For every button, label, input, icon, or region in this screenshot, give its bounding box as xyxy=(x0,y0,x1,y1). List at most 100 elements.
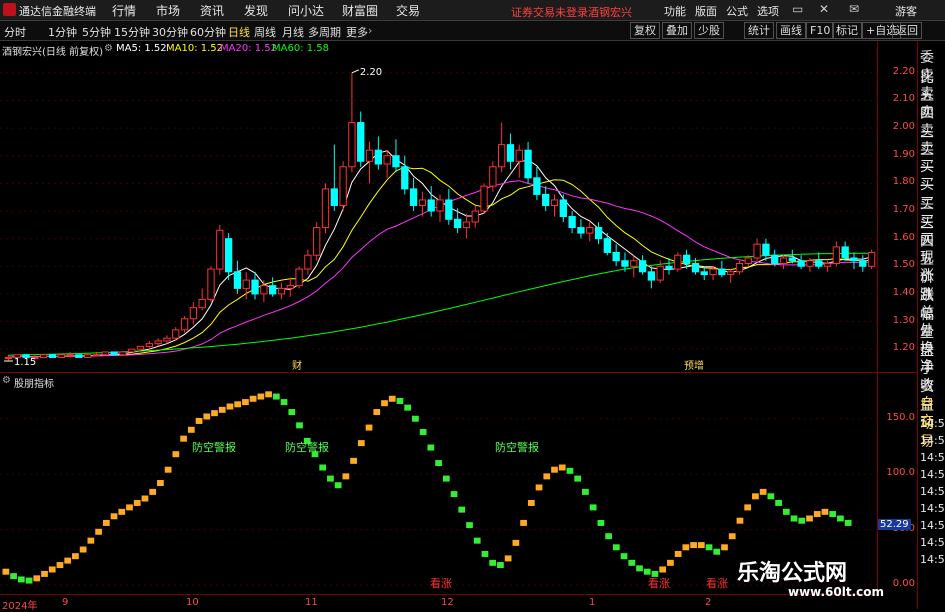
candle-body xyxy=(850,257,858,262)
bullish-label-1: 看涨 xyxy=(430,576,452,590)
candle xyxy=(603,233,612,256)
guest-user[interactable]: 游客 xyxy=(895,3,917,19)
candle-body xyxy=(815,260,823,267)
price-tick-label: 2.20 xyxy=(892,65,915,77)
indicator-bar xyxy=(659,566,667,573)
date-label-sep: 9 xyxy=(62,597,69,608)
candle xyxy=(797,255,805,270)
price-tick-label: 2.00 xyxy=(892,121,915,133)
draw-line-button[interactable]: 画线 xyxy=(776,22,806,39)
candle-body xyxy=(453,218,462,229)
candle-body xyxy=(577,227,585,234)
menu-layout[interactable]: 版面 xyxy=(695,3,717,19)
indicator-bar xyxy=(450,491,458,498)
close-icon[interactable]: ✕ xyxy=(819,2,829,16)
candle xyxy=(39,354,48,358)
menu-ask-xiaoda[interactable]: 问小达 xyxy=(288,2,324,19)
menu-quotes[interactable]: 行情 xyxy=(112,2,136,19)
candle xyxy=(612,244,620,267)
app-title: 通达信金融终端 xyxy=(19,5,96,18)
candle xyxy=(216,224,224,275)
period-60min[interactable]: 60分钟 xyxy=(190,24,226,40)
candle-body xyxy=(224,238,233,273)
candle xyxy=(586,222,594,242)
candle xyxy=(110,351,118,356)
candle-body xyxy=(656,265,664,281)
period-more[interactable]: 更多 xyxy=(346,24,368,40)
indicator-bar xyxy=(334,482,342,489)
period-tick[interactable]: 分时 xyxy=(4,24,26,40)
candle-body xyxy=(401,166,409,190)
candle-body xyxy=(753,243,761,259)
mail-icon[interactable]: ✉ xyxy=(849,2,859,16)
period-monthly[interactable]: 月线 xyxy=(282,24,304,40)
period-30min[interactable]: 30分钟 xyxy=(152,24,188,40)
period-multi[interactable]: 多周期 xyxy=(308,24,341,40)
candle-body xyxy=(462,221,471,229)
price-tick-label: 1.80 xyxy=(892,176,915,188)
indicator-bar xyxy=(473,537,481,544)
candle-body xyxy=(348,122,356,168)
candle-body xyxy=(594,227,603,240)
indicator-bar xyxy=(752,493,759,500)
restore-rights-button[interactable]: 复权 xyxy=(630,22,660,39)
candle-body xyxy=(251,279,259,295)
indicator-bar xyxy=(342,473,350,480)
overlay-button[interactable]: 叠加 xyxy=(662,22,692,39)
period-15min[interactable]: 15分钟 xyxy=(114,24,150,40)
candle xyxy=(594,222,603,245)
period-5min[interactable]: 5分钟 xyxy=(82,24,111,40)
menu-formula[interactable]: 公式 xyxy=(726,3,748,19)
indicator-bar xyxy=(388,395,396,402)
candle-body xyxy=(339,166,347,206)
indicator-bar xyxy=(589,504,597,511)
indicator-bar xyxy=(118,508,126,515)
watermark-url: www.60lt.com xyxy=(788,585,885,599)
more-chevron-icon[interactable]: › xyxy=(368,24,372,37)
candle xyxy=(550,194,559,217)
few-stocks-button[interactable]: 少股 xyxy=(694,22,724,39)
candle xyxy=(57,354,65,358)
menu-news[interactable]: 资讯 xyxy=(200,2,224,19)
period-daily[interactable]: 日线 xyxy=(228,24,250,40)
candle xyxy=(198,288,206,311)
mark-button[interactable]: 标记 xyxy=(832,22,862,39)
f10-button[interactable]: F10 xyxy=(806,22,835,39)
candle xyxy=(436,194,444,223)
indicator-bar xyxy=(141,495,149,502)
back-button[interactable]: 返回 xyxy=(892,22,922,39)
menu-function[interactable]: 功能 xyxy=(664,3,686,19)
candle-body xyxy=(727,271,735,276)
candle-body xyxy=(66,354,74,357)
date-label-year: 2024年 xyxy=(2,601,38,612)
price-tick-label: 1.40 xyxy=(892,286,915,298)
indicator-bar xyxy=(504,555,512,562)
indicator-bar xyxy=(41,570,48,577)
price-tick-label: 1.20 xyxy=(892,342,915,354)
stats-button[interactable]: 统计 xyxy=(744,22,774,39)
main-chart-panel[interactable]: 酒钢宏兴(日线 前复权) ⚙ MA5: 1.52 MA10: 1.52 MA20… xyxy=(0,41,877,372)
indicator-bar xyxy=(218,406,226,413)
candle-body xyxy=(189,307,198,320)
menu-trade[interactable]: 交易 xyxy=(396,2,420,19)
indicator-tick-label: 150.0 xyxy=(886,411,915,423)
quote-panel-item: 14:56 xyxy=(920,502,945,515)
menu-discover[interactable]: 发现 xyxy=(244,2,268,19)
candle-body xyxy=(691,263,700,273)
candle xyxy=(480,183,488,214)
restore-icon[interactable]: ▭ xyxy=(792,2,803,16)
indicator-bar xyxy=(558,464,566,471)
menu-options[interactable]: 选项 xyxy=(757,3,779,19)
candle-body xyxy=(480,185,488,212)
candle xyxy=(630,255,638,278)
candle-body xyxy=(533,177,541,195)
period-weekly[interactable]: 周线 xyxy=(254,24,276,40)
login-status[interactable]: 证券交易未登录 xyxy=(511,4,588,20)
period-1min[interactable]: 1分钟 xyxy=(48,24,77,40)
date-label-feb: 2 xyxy=(705,597,712,608)
indicator-bar xyxy=(442,475,450,482)
candle xyxy=(577,219,585,239)
warning-label-3: 防空警报 xyxy=(495,440,539,454)
menu-wealth-circle[interactable]: 财富圈 xyxy=(342,2,378,19)
menu-market[interactable]: 市场 xyxy=(156,2,180,19)
